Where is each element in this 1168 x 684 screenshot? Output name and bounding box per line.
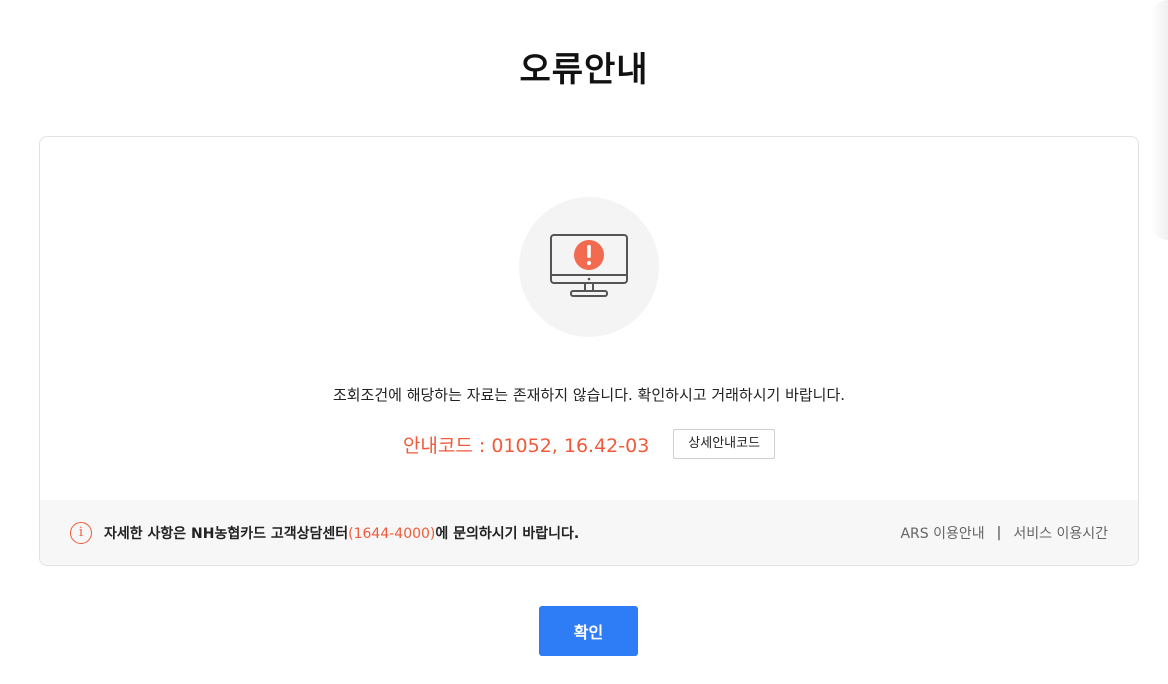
- contact-phone: (1644-4000): [348, 525, 436, 542]
- ars-guide-link[interactable]: ARS 이용안내: [900, 523, 984, 543]
- error-card: 조회조건에 해당하는 자료는 존재하지 않습니다. 확인하시고 거래하시기 바랍…: [39, 136, 1139, 566]
- error-message: 조회조건에 해당하는 자료는 존재하지 않습니다. 확인하시고 거래하시기 바랍…: [332, 386, 846, 404]
- monitor-alert-icon: [550, 234, 628, 297]
- side-panel-edge: [1150, 0, 1168, 240]
- contact-info-prefix: 자세한 사항은 NH농협카드 고객상담센터: [104, 525, 349, 542]
- info-links: ARS 이용안내 | 서비스 이용시간: [900, 500, 1108, 565]
- service-hours-link[interactable]: 서비스 이용시간: [1013, 523, 1108, 543]
- info-icon: i: [70, 521, 92, 544]
- link-separator: |: [996, 524, 1002, 541]
- error-code-row: 안내코드 : 01052, 16.42-03 상세안내코드: [40, 427, 1138, 461]
- error-code: 안내코드 : 01052, 16.42-03: [402, 434, 650, 457]
- contact-info-text: 자세한 사항은 NH농협카드 고객상담센터(1644-4000)에 문의하시기 …: [104, 523, 579, 543]
- error-page: 오류안내 조회조건에 해당하는 자료는 존재하지 않습니다. 확인하시고 거래하…: [0, 0, 1168, 684]
- page-title: 오류안내: [519, 50, 649, 90]
- confirm-button[interactable]: 확인: [539, 606, 638, 656]
- detail-code-button[interactable]: 상세안내코드: [673, 429, 776, 459]
- contact-info-suffix: 에 문의하시기 바랍니다.: [435, 525, 580, 542]
- contact-info: i 자세한 사항은 NH농협카드 고객상담센터(1644-4000)에 문의하시…: [70, 500, 579, 565]
- contact-info-bar: i 자세한 사항은 NH농협카드 고객상담센터(1644-4000)에 문의하시…: [40, 500, 1138, 565]
- error-illustration: [519, 197, 659, 337]
